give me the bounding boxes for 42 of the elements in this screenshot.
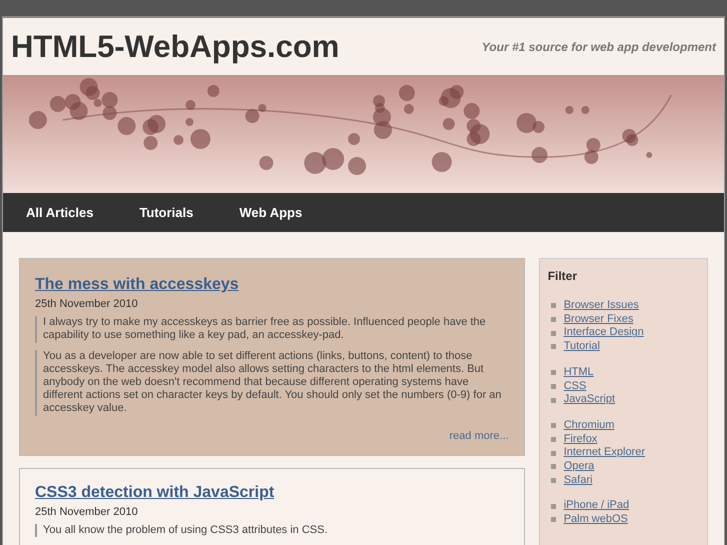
article-date: 25th November 2010	[35, 298, 139, 312]
article-title-link[interactable]: CSS3 detection with JavaScript	[35, 484, 274, 502]
bullet-icon	[550, 317, 556, 322]
bullet-icon	[550, 344, 556, 350]
read-more-link[interactable]: read more...	[449, 430, 509, 442]
article-title-link[interactable]: The mess with accesskeys	[35, 276, 239, 294]
bullet-icon	[550, 436, 556, 442]
filter-link[interactable]: Safari	[564, 474, 592, 488]
filter-link[interactable]: Opera	[564, 460, 594, 474]
filter-link[interactable]: Browser Fixes	[564, 312, 634, 326]
filter-heading: Filter	[548, 268, 578, 285]
filter-link[interactable]: Internet Explorer	[564, 446, 646, 460]
bullet-icon	[550, 330, 556, 336]
site-title: HTML5-WebApps.com	[11, 31, 340, 62]
article-excerpt: You all know the problem of using CSS3 attributes in CSS.	[35, 524, 509, 537]
filter-link[interactable]: Palm webOS	[564, 513, 628, 527]
filter-link[interactable]: HTML	[564, 366, 594, 380]
bullet-icon	[550, 464, 556, 470]
filter-link[interactable]: Browser Issues	[564, 299, 639, 313]
bullet-icon	[550, 517, 556, 522]
filter-link[interactable]: Interface Design	[564, 326, 644, 340]
nav-link-item[interactable]: All Articles	[26, 202, 94, 222]
article-excerpt: You as a developer are now able to set different actions (links, buttons, content) to those accesskeys. The accesskey model also allows setting characters to the html elements. But anybody on the web doesn't recommend that because different operating systems have different actions set on character keys by default. You should only set the numbers (0-9) for an accesskey value.	[35, 350, 509, 416]
article-date: 25th November 2010	[35, 506, 139, 519]
filter-link[interactable]: iPhone / iPad	[564, 499, 630, 514]
bullet-icon	[550, 478, 556, 484]
bullet-icon	[550, 303, 556, 308]
bullet-icon	[550, 384, 556, 389]
filter-link[interactable]: Firefox	[564, 432, 598, 446]
nav-link-item[interactable]: Web Apps	[239, 202, 302, 222]
bullet-icon	[550, 370, 556, 376]
bullet-icon	[550, 504, 556, 509]
bullet-icon	[550, 450, 556, 456]
nav-link-item[interactable]: Tutorials	[139, 202, 194, 222]
filter-link[interactable]: Chromium	[564, 418, 614, 433]
bullet-icon	[550, 398, 556, 403]
filter-link[interactable]: JavaScript	[564, 393, 616, 407]
article-excerpt: I always try to make my accesskeys as barrier free as possible. Influenced people have the capability to use something like a key pad, an accesskey-pad.	[35, 316, 509, 343]
site-tagline: Your #1 source for web app development	[482, 38, 716, 56]
bullet-icon	[550, 423, 556, 428]
filter-link[interactable]: Tutorial	[564, 340, 600, 354]
filter-link[interactable]: CSS	[564, 380, 586, 394]
